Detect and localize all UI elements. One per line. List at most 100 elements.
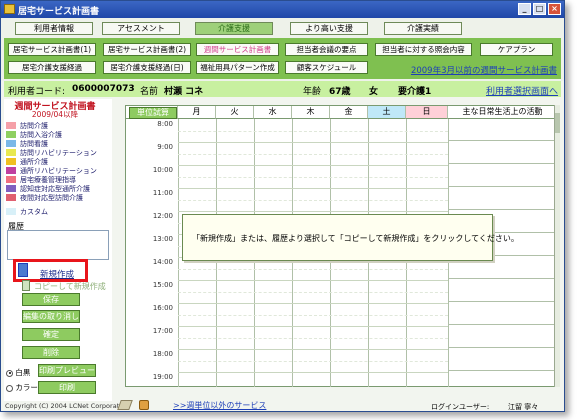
activity-cell[interactable] bbox=[448, 326, 556, 348]
weekly-plan-button[interactable]: 週間サービス計画書 bbox=[196, 43, 279, 56]
activity-cell[interactable] bbox=[448, 165, 556, 187]
grid-line bbox=[178, 292, 448, 293]
cancel-edit-button[interactable]: 編集の取り消し bbox=[22, 310, 80, 323]
pen-icon[interactable] bbox=[117, 400, 133, 410]
time-label: 19:00 bbox=[152, 373, 173, 381]
history-list[interactable] bbox=[7, 230, 109, 260]
new-create-button[interactable]: 新規作成 bbox=[13, 259, 88, 282]
legend-swatch bbox=[6, 131, 16, 138]
user-code: 0600007073 bbox=[72, 84, 135, 94]
activity-cell[interactable] bbox=[448, 280, 556, 302]
age-label: 年齢 bbox=[303, 87, 322, 97]
sidebar-date: 2009/04以降 bbox=[31, 110, 79, 119]
time-label: 18:00 bbox=[152, 350, 173, 358]
radio-mono-indicator[interactable] bbox=[6, 369, 13, 377]
legend-swatch bbox=[6, 140, 16, 147]
book-icon[interactable] bbox=[139, 400, 149, 410]
radio-color-label: カラー bbox=[15, 383, 38, 392]
schedule-scrollbar[interactable] bbox=[554, 105, 560, 387]
legend-item: 通所介護 bbox=[6, 157, 110, 166]
tab-care-record[interactable]: 介護実績 bbox=[384, 22, 462, 35]
scroll-thumb[interactable] bbox=[555, 113, 560, 133]
tab-user-info[interactable]: 利用者情報 bbox=[15, 22, 93, 35]
select-user-link[interactable]: 利用者選択画面へ bbox=[486, 84, 558, 97]
time-label: 17:00 bbox=[152, 327, 173, 335]
grid-line bbox=[178, 303, 448, 304]
activity-cell[interactable] bbox=[448, 119, 556, 141]
customer-schedule-button[interactable]: 顧客スケジュール bbox=[285, 61, 368, 74]
new-create-label: 新規作成 bbox=[40, 270, 75, 280]
legend-item-custom: カスタム bbox=[6, 207, 110, 216]
delete-button[interactable]: 削除 bbox=[22, 346, 80, 359]
radio-mono[interactable]: 白黒 bbox=[6, 367, 30, 377]
old-weekly-plan-link[interactable]: 2009年3月以前の週間サービス計画書 bbox=[411, 64, 557, 76]
window-title: 居宅サービス計画書 bbox=[18, 7, 100, 17]
care-plan-button[interactable]: ケアプラン bbox=[480, 43, 553, 56]
activity-cell[interactable] bbox=[448, 349, 556, 371]
non-weekly-service-link[interactable]: >>週単位以外のサービス bbox=[173, 400, 266, 411]
legend-item: 訪問入浴介護 bbox=[6, 130, 110, 139]
welfare-pattern-button[interactable]: 福祉用具パターン作成 bbox=[196, 61, 279, 74]
care-plan-1-button[interactable]: 居宅サービス計画書(1) bbox=[8, 43, 96, 56]
title-bar: 居宅サービス計画書 _ □ × bbox=[1, 1, 564, 18]
time-label: 14:00 bbox=[152, 258, 173, 266]
maximize-button[interactable]: □ bbox=[533, 3, 546, 15]
new-document-icon bbox=[18, 263, 28, 277]
name-label: 名前 bbox=[140, 87, 159, 97]
tab-advanced-support[interactable]: より高い支援 bbox=[290, 22, 368, 35]
radio-color-indicator[interactable] bbox=[6, 384, 13, 392]
sub-menu-bar: 居宅サービス計画書(1) 居宅サービス計画書(2) 週間サービス計画書 担当者会… bbox=[4, 38, 561, 79]
time-label: 13:00 bbox=[152, 235, 173, 243]
grid-line bbox=[178, 338, 448, 339]
time-label: 10:00 bbox=[152, 166, 173, 174]
grid-line bbox=[178, 372, 448, 373]
radio-color[interactable]: カラー bbox=[6, 382, 38, 392]
activity-cell[interactable] bbox=[448, 303, 556, 325]
day-header: 金 bbox=[330, 106, 368, 119]
time-label: 16:00 bbox=[152, 304, 173, 312]
grid-line bbox=[178, 142, 448, 143]
patient-gender: 女 bbox=[369, 87, 379, 97]
day-header: 月 bbox=[178, 106, 216, 119]
meeting-points-button[interactable]: 担当者会議の要点 bbox=[285, 43, 368, 56]
grid-line bbox=[178, 154, 448, 155]
legend-item: 夜間対応型訪問介護 bbox=[6, 193, 110, 202]
grid-line bbox=[178, 177, 448, 178]
grid-line bbox=[178, 131, 448, 132]
legend-swatch bbox=[6, 176, 16, 183]
copy-new-button[interactable]: コピーして新規作成 bbox=[22, 280, 114, 292]
time-label: 9:00 bbox=[157, 143, 173, 151]
activity-cell[interactable] bbox=[448, 188, 556, 210]
tab-assessment[interactable]: アセスメント bbox=[102, 22, 180, 35]
legend-swatch bbox=[6, 208, 16, 215]
unit-calc-button[interactable]: 単位試算 bbox=[129, 107, 177, 119]
tab-care-support[interactable]: 介護支援 bbox=[195, 22, 273, 35]
print-button[interactable]: 印刷 bbox=[38, 381, 96, 394]
grid-line bbox=[178, 200, 448, 201]
minimize-button[interactable]: _ bbox=[518, 3, 531, 15]
care-plan-2-button[interactable]: 居宅サービス計画書(2) bbox=[103, 43, 191, 56]
footer: Copyright (C) 2004 LCNet Corporation >>週… bbox=[1, 399, 564, 412]
grid-line bbox=[178, 349, 448, 350]
support-progress-button[interactable]: 居宅介護支援経過 bbox=[8, 61, 96, 74]
support-progress-daily-button[interactable]: 居宅介護支援経過(日) bbox=[103, 61, 191, 74]
day-header-saturday: 土 bbox=[368, 106, 406, 119]
inquiry-button[interactable]: 担当者に対する照会内容 bbox=[375, 43, 472, 56]
print-preview-button[interactable]: 印刷プレビュー bbox=[38, 364, 96, 377]
grid-line bbox=[178, 269, 448, 270]
activity-cell[interactable] bbox=[448, 142, 556, 164]
save-button[interactable]: 保存 bbox=[22, 293, 80, 306]
close-button[interactable]: × bbox=[548, 3, 561, 15]
grid-line bbox=[178, 188, 448, 189]
grid-line bbox=[178, 315, 448, 316]
day-header: 水 bbox=[254, 106, 292, 119]
confirm-button[interactable]: 確定 bbox=[22, 328, 80, 341]
legend-swatch bbox=[6, 167, 16, 174]
legend-item: 訪問介護 bbox=[6, 121, 110, 130]
login-user-label: ログインユーザー: bbox=[431, 403, 490, 411]
app-window: 居宅サービス計画書 _ □ × 利用者情報 アセスメント 介護支援 より高い支援… bbox=[0, 0, 565, 412]
legend-item: 認知症対応型通所介護 bbox=[6, 184, 110, 193]
menu-area: 利用者情報 アセスメント 介護支援 より高い支援 介護実績 居宅サービス計画書(… bbox=[1, 18, 564, 81]
legend-item: 訪問看護 bbox=[6, 139, 110, 148]
copy-new-label: コピーして新規作成 bbox=[34, 282, 106, 291]
